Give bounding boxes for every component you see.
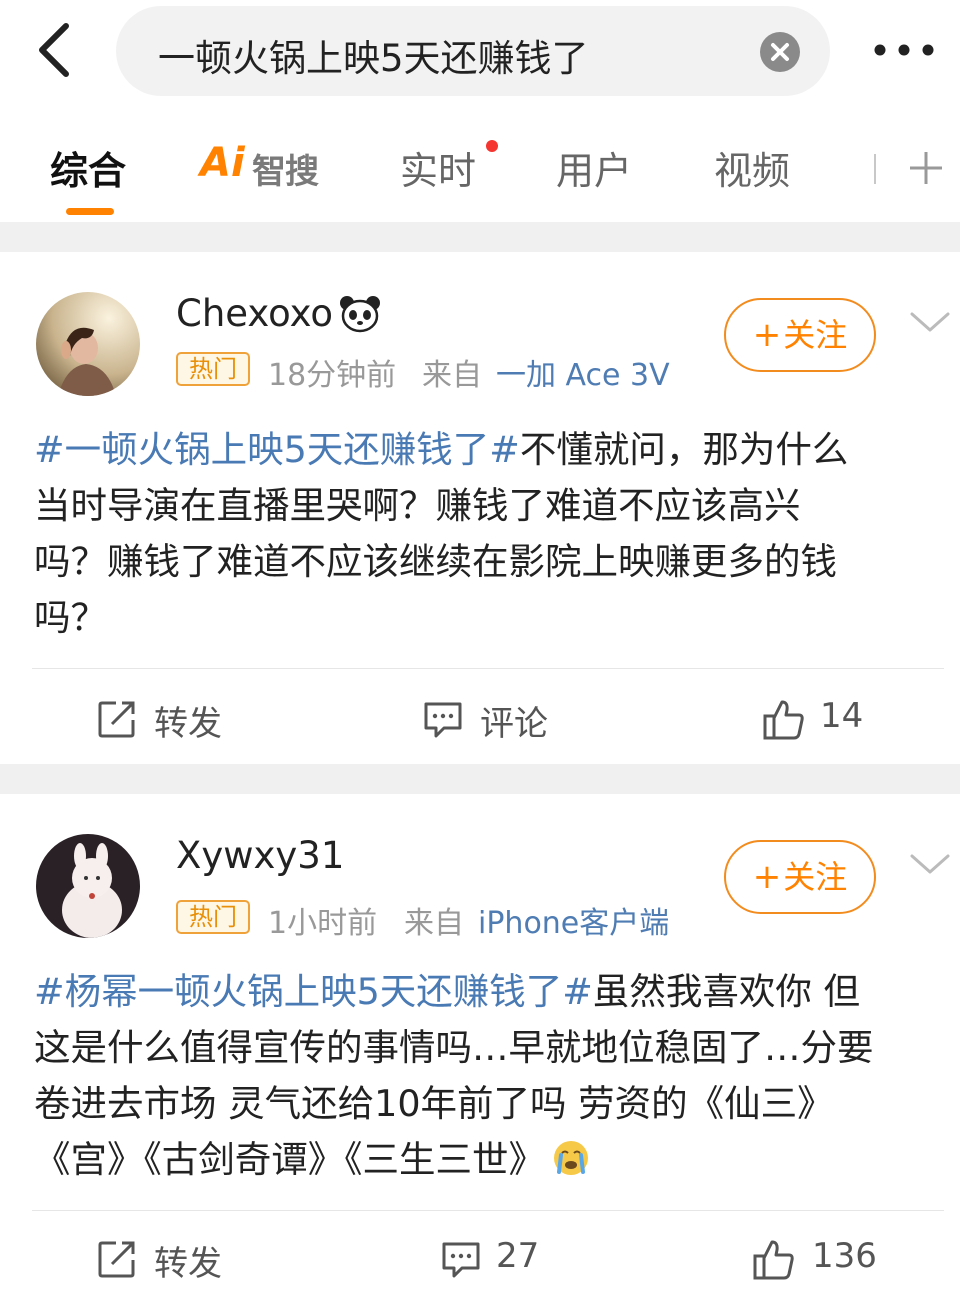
source-prefix: 来自 xyxy=(404,906,464,941)
tab-videos[interactable]: 视频 xyxy=(714,140,790,195)
crying-emoji-icon xyxy=(554,1141,588,1175)
hashtag-link[interactable]: #杨幂一顿火锅上映5天还赚钱了# xyxy=(34,970,593,1013)
repost-icon xyxy=(98,701,135,738)
plus-icon: + xyxy=(752,857,782,897)
username[interactable]: Chexoxo xyxy=(176,292,333,335)
avatar[interactable] xyxy=(36,292,140,396)
clear-search-button[interactable] xyxy=(760,32,800,72)
divider xyxy=(32,668,944,669)
like-button[interactable]: 14 xyxy=(762,694,882,744)
post-text-line: 当时导演在直播里哭啊？赚钱了难道不应该高兴 xyxy=(34,484,801,527)
ai-logo-icon: Ai xyxy=(200,140,245,186)
repost-label: 转发 xyxy=(154,704,222,744)
search-box[interactable]: 一顿火锅上映5天还赚钱了 xyxy=(116,6,830,96)
repost-button[interactable]: 转发 xyxy=(96,1234,246,1284)
post-text-line: 吗？ xyxy=(34,596,107,639)
post-text-line: 吗？赚钱了难道不应该继续在影院上映赚更多的钱 xyxy=(34,540,837,583)
comment-button[interactable]: 评论 xyxy=(422,694,572,744)
post-text-line: 《宫》《古剑奇谭》《三生三世》 xyxy=(34,1132,934,1188)
like-icon xyxy=(753,1240,794,1280)
panda-icon xyxy=(340,296,380,333)
username[interactable]: Xywxy31 xyxy=(176,834,344,877)
add-icon xyxy=(910,152,942,184)
tab-divider xyxy=(874,154,876,184)
post-text: #杨幂一顿火锅上映5天还赚钱了#虽然我喜欢你 但 这是什么值得宣传的事情吗…早就… xyxy=(34,964,934,1188)
post-time: 18分钟前 xyxy=(268,358,397,393)
post-card: Chexoxo 热门 18分钟前 来自 一加 Ace 3V +关注 #一顿火锅上… xyxy=(0,252,960,764)
chevron-down-icon[interactable] xyxy=(908,308,952,336)
post-text-segment: 虽然我喜欢你 但 xyxy=(592,970,860,1013)
like-count: 136 xyxy=(812,1236,877,1276)
plus-icon: + xyxy=(752,315,782,355)
repost-icon xyxy=(98,1241,135,1278)
avatar-image xyxy=(36,292,140,396)
follow-label: 关注 xyxy=(783,858,848,896)
comment-count: 27 xyxy=(496,1236,540,1276)
source-prefix: 来自 xyxy=(422,358,482,393)
add-tab-button[interactable] xyxy=(906,148,946,188)
clear-icon xyxy=(771,43,789,61)
post-card: Xywxy31 热门 1小时前 来自 iPhone客户端 +关注 #杨幂一顿火锅… xyxy=(0,794,960,1315)
hot-badge: 热门 xyxy=(176,352,250,386)
post-source[interactable]: 一加 Ace 3V xyxy=(496,350,670,394)
hashtag-link[interactable]: #一顿火锅上映5天还赚钱了# xyxy=(34,428,520,471)
top-bar: 一顿火锅上映5天还赚钱了 综合 Ai 智搜 实时 用户 视频 xyxy=(0,0,960,222)
chevron-down-icon[interactable] xyxy=(908,850,952,878)
like-count: 14 xyxy=(820,696,864,736)
new-content-dot xyxy=(486,140,498,152)
tab-users[interactable]: 用户 xyxy=(556,140,632,195)
like-icon xyxy=(763,700,804,740)
post-text-line: 这是什么值得宣传的事情吗…早就地位稳固了…分要 xyxy=(34,1026,874,1069)
comment-button[interactable]: 27 xyxy=(440,1234,560,1284)
back-button[interactable] xyxy=(30,18,86,82)
post-text-line: #一顿火锅上映5天还赚钱了#不懂就问，那为什么 xyxy=(34,422,934,478)
follow-button[interactable]: +关注 xyxy=(724,840,876,914)
active-tab-indicator xyxy=(66,208,114,215)
post-text-segment: 不懂就问，那为什么 xyxy=(519,428,849,471)
tab-ai-search-label: 智搜 xyxy=(252,152,319,192)
like-button[interactable]: 136 xyxy=(752,1234,902,1284)
divider xyxy=(32,1210,944,1211)
tab-bar: 综合 Ai 智搜 实时 用户 视频 xyxy=(0,128,960,222)
comment-label: 评论 xyxy=(480,704,548,744)
avatar-image xyxy=(36,834,140,938)
comment-icon xyxy=(424,702,462,738)
post-source[interactable]: iPhone客户端 xyxy=(478,898,669,942)
tab-comprehensive[interactable]: 综合 xyxy=(50,140,126,195)
post-time: 1小时前 xyxy=(268,906,378,941)
comment-icon xyxy=(442,1242,480,1278)
back-arrow-icon xyxy=(39,23,69,77)
tab-ai-search[interactable]: Ai 智搜 xyxy=(200,140,324,192)
hot-badge: 热门 xyxy=(176,900,250,934)
follow-label: 关注 xyxy=(783,316,848,354)
tab-realtime[interactable]: 实时 xyxy=(400,140,476,195)
repost-label: 转发 xyxy=(154,1244,222,1284)
more-icon xyxy=(874,44,934,56)
post-text: #一顿火锅上映5天还赚钱了#不懂就问，那为什么 当时导演在直播里哭啊？赚钱了难道… xyxy=(34,422,934,646)
search-input[interactable]: 一顿火锅上映5天还赚钱了 xyxy=(158,28,589,82)
post-text-line: #杨幂一顿火锅上映5天还赚钱了#虽然我喜欢你 但 xyxy=(34,964,934,1020)
repost-button[interactable]: 转发 xyxy=(96,694,246,744)
post-text-segment: 《宫》《古剑奇谭》《三生三世》 xyxy=(34,1138,545,1181)
more-button[interactable] xyxy=(868,24,940,76)
post-text-line: 卷进去市场 灵气还给10年前了吗 劳资的《仙三》 xyxy=(34,1082,834,1125)
follow-button[interactable]: +关注 xyxy=(724,298,876,372)
avatar[interactable] xyxy=(36,834,140,938)
